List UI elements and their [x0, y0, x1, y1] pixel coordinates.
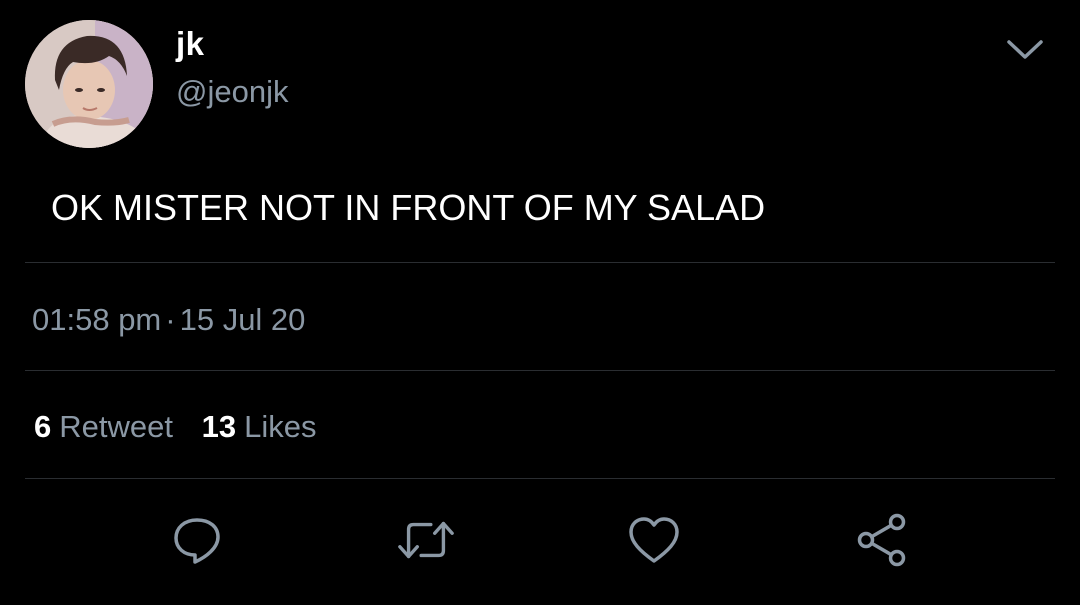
author-handle[interactable]: @jeonjk [176, 72, 288, 112]
retweet-stat[interactable]: 6 Retweet [34, 407, 173, 447]
divider [25, 478, 1055, 479]
retweet-icon [398, 521, 454, 559]
chevron-down-icon[interactable] [1004, 34, 1046, 64]
share-icon [857, 513, 906, 567]
likes-stat-label: Likes [244, 409, 317, 444]
avatar-photo [25, 20, 153, 148]
timestamp-separator: · [165, 302, 176, 337]
avatar[interactable] [25, 20, 153, 148]
like-button[interactable] [624, 510, 684, 570]
likes-stat[interactable]: 13 Likes [202, 407, 317, 447]
tweet-timestamp[interactable]: 01:58 pm · 15 Jul 20 [32, 300, 305, 340]
divider [25, 262, 1055, 263]
divider [25, 370, 1055, 371]
retweet-button[interactable] [396, 510, 456, 570]
tweet-date: 15 Jul 20 [179, 302, 306, 337]
tweet-text: OK MISTER NOT IN FRONT OF MY SALAD [51, 187, 766, 228]
heart-icon [629, 517, 679, 563]
reply-button[interactable] [167, 510, 227, 570]
tweet-time: 01:58 pm [32, 302, 162, 337]
retweet-stat-label: Retweet [59, 409, 173, 444]
engagement-stats: 6 Retweet 13 Likes [34, 407, 316, 447]
reply-icon [174, 518, 220, 564]
share-button[interactable] [852, 510, 912, 570]
likes-count: 13 [201, 409, 237, 444]
author-display-name[interactable]: jk [176, 24, 205, 64]
retweet-count: 6 [34, 409, 52, 444]
